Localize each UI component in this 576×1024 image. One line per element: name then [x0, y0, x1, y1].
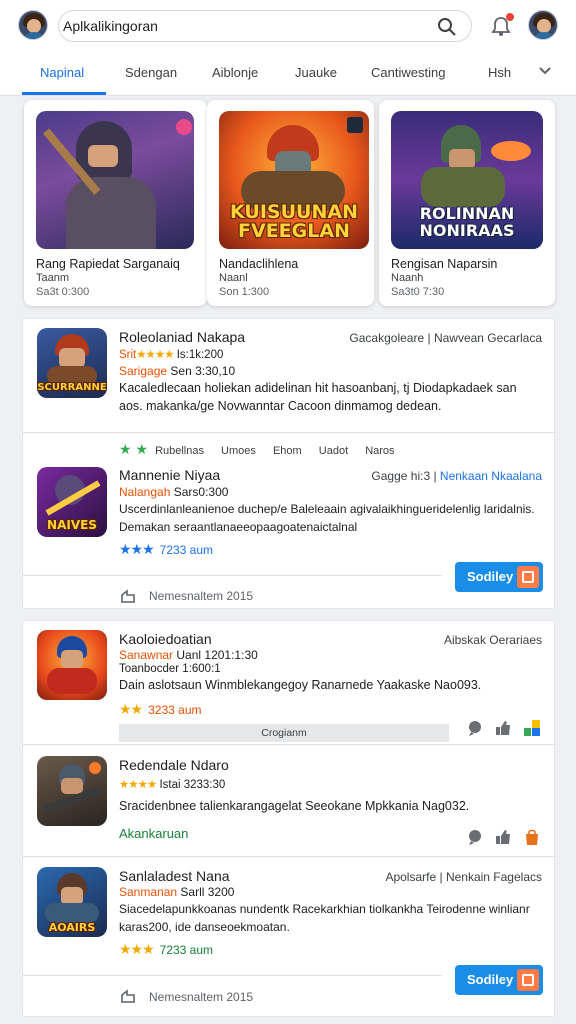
like-icon[interactable]	[494, 828, 512, 846]
app-name[interactable]: Roleolaniad Nakapa	[119, 329, 245, 345]
green-star-icon: ★ ★	[119, 441, 148, 457]
featured-meta: Sa3t 0:300	[36, 286, 90, 298]
app-developer: Nalangah Sars0:300	[119, 485, 229, 499]
tab-napinal[interactable]: Napinal	[40, 65, 84, 80]
app-footer: Nemesnaltem 2015	[149, 990, 254, 1004]
top-bar: Aplkalikingoran	[0, 0, 576, 50]
divider	[23, 575, 442, 576]
share-icon[interactable]	[119, 987, 137, 1005]
featured-title: Rang Rapiedat Sarganaiq	[36, 257, 180, 271]
divider	[23, 432, 554, 433]
profile-avatar[interactable]	[528, 10, 558, 40]
category-chip[interactable]: Naros	[365, 445, 394, 457]
app-icon-text: NAIVES	[47, 518, 97, 532]
featured-card[interactable]: KUISUUNAN FVEEGLAN Nandaclihlena Naanl S…	[207, 100, 374, 306]
divider	[23, 744, 554, 745]
app-subline: Toanbocder 1:600:1	[119, 663, 221, 675]
app-name[interactable]: Mannenie Niyaa	[119, 467, 220, 483]
share-icon[interactable]	[119, 587, 137, 605]
featured-art-text: KUISUUNAN FVEEGLAN	[230, 201, 358, 242]
install-button[interactable]: Sodiley	[455, 965, 543, 995]
chevron-down-icon[interactable]	[538, 64, 552, 78]
category-row: ★ ★ Rubellnas Umoes Ehom Uadot Naros	[119, 441, 395, 458]
app-meta: Gagge hi:3 | Nenkaan Nkaalana	[371, 469, 542, 483]
featured-art: ROLINNAN NONIRAAS	[391, 111, 543, 249]
app-developer: Sarigage Sen 3:30,10	[119, 364, 236, 378]
featured-card[interactable]: Rang Rapiedat Sarganaiq Taanm Sa3t 0:300	[24, 100, 207, 306]
app-description: Kacaledlecaan holiekan adidelinan hit ha…	[119, 381, 517, 413]
featured-card[interactable]: ROLINNAN NONIRAAS Rengisan Naparsin Naan…	[379, 100, 555, 306]
tab-aiblonje[interactable]: Aiblonje	[212, 65, 258, 80]
app-name[interactable]: Redendale Ndaro	[119, 757, 229, 773]
app-name[interactable]: Kaoloiedoatian	[119, 631, 212, 647]
app-icon[interactable]: AOAIRS	[37, 867, 107, 937]
menu-avatar[interactable]	[18, 10, 48, 40]
app-meta: Gacakgoleare | Nawvean Gecarlaca	[349, 331, 542, 345]
app-developer: Sanawnar Uanl 1201:1:30	[119, 648, 258, 662]
app-icon-text: AOAIRS	[48, 921, 96, 934]
tab-hsh[interactable]: Hsh	[488, 65, 511, 80]
progress-bar: Crogianm	[119, 724, 449, 742]
app-icon[interactable]	[37, 630, 107, 700]
app-icon-text: SCURRANNE	[37, 382, 107, 393]
app-description: Dain aslotsaun Winmblekangegoy Ranarnede…	[119, 678, 482, 692]
featured-meta: Sa3t0 7:30	[391, 286, 445, 298]
install-button[interactable]: Sodiley	[455, 562, 543, 592]
app-description: Sracidenbnee talienkarangagelat Seeokane…	[119, 799, 470, 813]
app-developer: Sanmanan Sarll 3200	[119, 885, 235, 899]
app-icon[interactable]: SCURRANNE	[37, 328, 107, 398]
category-chip[interactable]: Umoes	[221, 445, 256, 457]
featured-title: Nandaclihlena	[219, 257, 299, 271]
app-rating-line: ★★★★ Istai 3233:30	[119, 779, 226, 791]
app-stars: ★★★ 7233 aum	[119, 941, 214, 957]
featured-art	[36, 111, 194, 249]
app-description: Siacedelapunkkoanas nundentk Racekarkhia…	[119, 902, 530, 934]
search-input[interactable]: Aplkalikingoran	[63, 18, 158, 34]
category-tabs: Napinal Sdengan Aiblonje Juauke Cantiwes…	[0, 50, 576, 96]
category-chip[interactable]: Rubellnas	[155, 445, 204, 457]
app-name[interactable]: Sanlaladest Nana	[119, 868, 230, 884]
app-icon[interactable]: NAIVES	[37, 467, 107, 537]
notification-dot	[506, 13, 514, 21]
category-chip[interactable]: Ehom	[273, 445, 302, 457]
tab-sdengan[interactable]: Sdengan	[125, 65, 177, 80]
app-stars: ★★ 3233 aum	[119, 701, 202, 717]
search-bar[interactable]: Aplkalikingoran	[58, 10, 472, 42]
app-description: Uscerdinlanleanienoe duchep/e Baleleaain…	[119, 502, 535, 534]
apps-icon[interactable]	[523, 719, 541, 737]
featured-art: KUISUUNAN FVEEGLAN	[219, 111, 369, 249]
app-meta: Aibskak Oerariaes	[443, 633, 542, 647]
featured-title: Rengisan Naparsin	[391, 257, 498, 271]
app-stars: ★★★ 7233 aum	[119, 541, 214, 557]
app-box-icon	[517, 969, 539, 991]
app-meta: Apolsarfe | Nenkain Fagelacs	[385, 870, 542, 884]
featured-meta: Son 1:300	[219, 286, 270, 298]
tab-juauke[interactable]: Juauke	[295, 65, 337, 80]
app-footer: Nemesnaltem 2015	[149, 589, 254, 603]
app-box-icon	[517, 566, 539, 588]
app-rating-line: Srit★★★★ Is:1k:200	[119, 349, 224, 361]
featured-subtitle: Taanm	[36, 272, 70, 284]
app-list-panel: SCURRANNE Roleolaniad Nakapa Srit★★★★ Is…	[22, 318, 555, 609]
comment-icon[interactable]	[466, 719, 484, 737]
like-icon[interactable]	[494, 719, 512, 737]
featured-subtitle: Naanl	[219, 272, 248, 284]
active-tab-indicator	[22, 92, 106, 95]
search-icon[interactable]	[437, 17, 457, 37]
app-icon[interactable]	[37, 756, 107, 826]
featured-subtitle: Naanh	[391, 272, 424, 284]
app-list-panel: Kaoloiedoatian Sanawnar Uanl 1201:1:30 T…	[22, 620, 555, 1017]
app-tag: Akankaruan	[119, 826, 189, 841]
comment-icon[interactable]	[466, 828, 484, 846]
featured-art-text: ROLINNAN NONIRAAS	[419, 204, 515, 240]
divider	[23, 856, 554, 857]
bag-icon[interactable]	[523, 828, 541, 846]
category-chip[interactable]: Uadot	[319, 445, 348, 457]
tab-cantiwesting[interactable]: Cantiwesting	[371, 65, 445, 80]
divider	[23, 975, 442, 976]
